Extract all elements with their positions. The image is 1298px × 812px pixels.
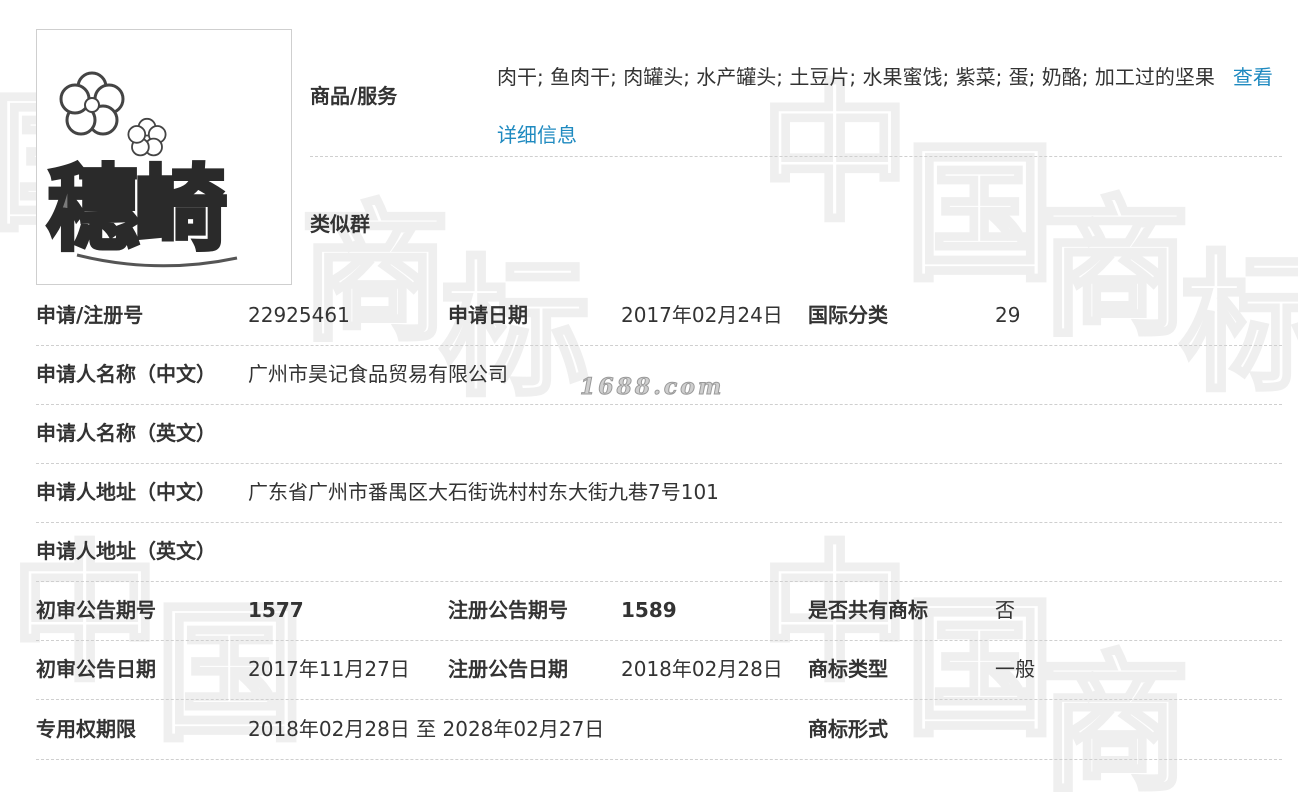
divider [310,156,1282,157]
detail-row-applicant-en: 申请人名称（英文） [36,404,1282,464]
app-date-value: 2017年02月24日 [621,303,783,327]
intl-class-value: 29 [995,303,1021,327]
applicant-cn-label: 申请人名称（中文） [36,362,216,386]
shared-value: 否 [995,598,1015,622]
form-label: 商标形式 [808,717,888,741]
detail-row-term: 专用权期限 2018年02月28日 至 2028年02月27日 商标形式 [36,700,1282,760]
detail-row-issue-dates: 初审公告日期 2017年11月27日 注册公告日期 2018年02月28日 商标… [36,640,1282,700]
intl-class-label: 国际分类 [808,303,888,327]
goods-list: 肉干; 鱼肉干; 肉罐头; 水产罐头; 土豆片; 水果蜜饯; 紫菜; 蛋; 奶酪… [497,65,1215,89]
similar-group-label: 类似群 [310,212,370,236]
applicant-cn-value: 广州市昊记食品贸易有限公司 [248,362,508,386]
flower-icon [59,71,125,136]
applicant-en-label: 申请人名称（英文） [36,421,216,445]
goods-services-label: 商品/服务 [310,84,398,108]
detail-row-registration: 申请/注册号 22925461 申请日期 2017年02月24日 国际分类 29 [36,286,1282,346]
trademark-text: 穗崎 [45,154,229,265]
address-en-label: 申请人地址（英文） [36,539,216,563]
prelim-date-label: 初审公告日期 [36,657,156,681]
detail-row-address-en: 申请人地址（英文） [36,522,1282,582]
reg-no-value: 22925461 [248,303,350,327]
prelim-date-value: 2017年11月27日 [248,657,410,681]
site-watermark: 1688.com [579,374,725,401]
term-label: 专用权期限 [36,717,136,741]
reg-date-label: 注册公告日期 [448,657,568,681]
detail-row-issue-numbers: 初审公告期号 1577 注册公告期号 1589 是否共有商标 否 [36,581,1282,641]
type-label: 商标类型 [808,657,888,681]
shared-label: 是否共有商标 [808,598,928,622]
term-value: 2018年02月28日 至 2028年02月27日 [248,717,605,741]
goods-services-value: 肉干; 鱼肉干; 肉罐头; 水产罐头; 土豆片; 水果蜜饯; 紫菜; 蛋; 奶酪… [497,48,1287,164]
detail-row-address-cn: 申请人地址（中文） 广东省广州市番禺区大石街诜村村东大街九巷7号101 [36,463,1282,523]
address-cn-label: 申请人地址（中文） [36,480,216,504]
type-value: 一般 [995,657,1035,681]
prelim-issue-label: 初审公告期号 [36,598,156,622]
reg-issue-label: 注册公告期号 [448,598,568,622]
reg-date-value: 2018年02月28日 [621,657,783,681]
reg-no-label: 申请/注册号 [36,303,144,327]
address-cn-value: 广东省广州市番禺区大石街诜村村东大街九巷7号101 [248,480,719,504]
prelim-issue-value: 1577 [248,598,304,622]
reg-issue-value: 1589 [621,598,677,622]
trademark-image: 穗崎 [36,29,292,285]
app-date-label: 申请日期 [448,303,528,327]
